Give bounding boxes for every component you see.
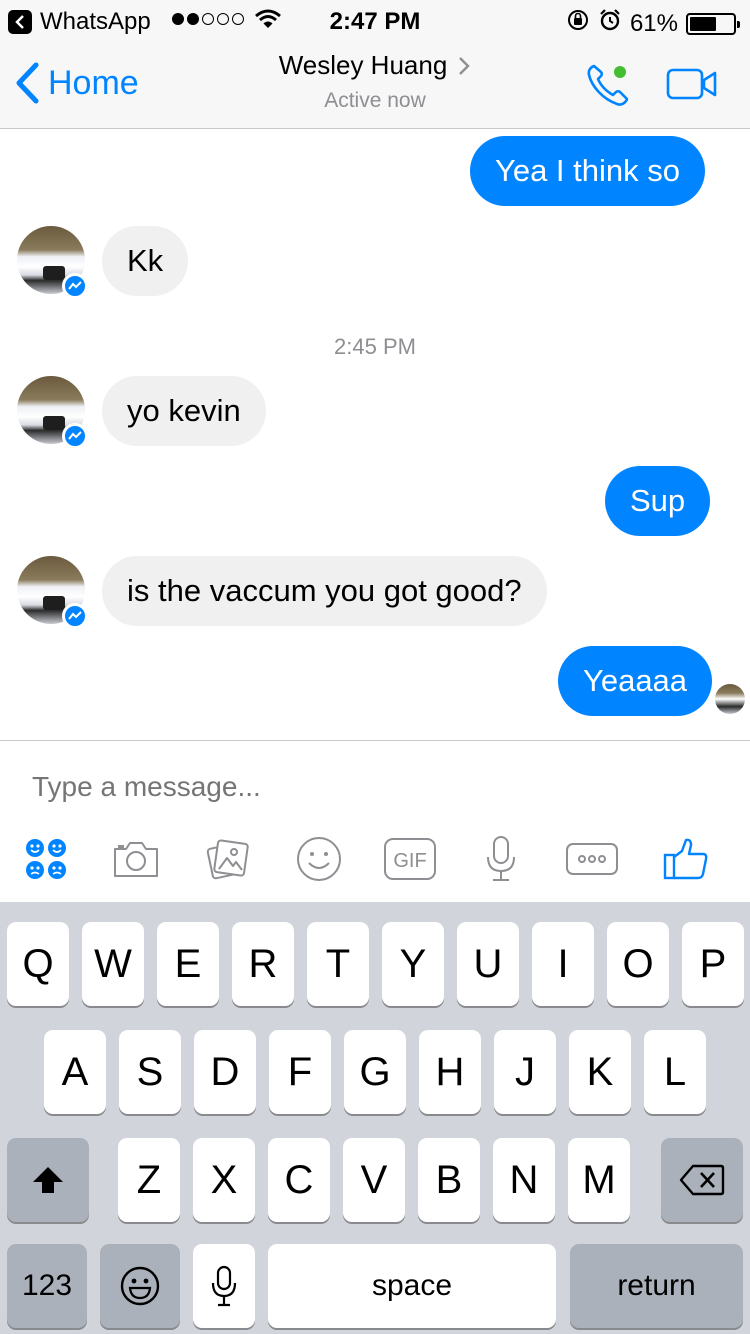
video-call-button[interactable] bbox=[666, 68, 718, 105]
key-w[interactable]: W bbox=[82, 922, 144, 1006]
key-d[interactable]: D bbox=[194, 1030, 256, 1114]
video-camera-icon bbox=[666, 68, 717, 100]
message-incoming[interactable]: yo kevin bbox=[102, 376, 266, 446]
phone-icon bbox=[587, 64, 629, 106]
numbers-key[interactable]: 123 bbox=[7, 1244, 87, 1328]
message-incoming[interactable]: Kk bbox=[102, 226, 189, 296]
key-b[interactable]: B bbox=[418, 1138, 480, 1222]
emoji-button[interactable] bbox=[291, 831, 347, 887]
key-n[interactable]: N bbox=[493, 1138, 555, 1222]
more-button[interactable] bbox=[564, 831, 620, 887]
contact-status: Active now bbox=[324, 89, 426, 112]
microphone-icon bbox=[487, 836, 515, 881]
contact-name: Wesley Huang bbox=[278, 50, 448, 80]
gif-button[interactable]: GIF bbox=[382, 831, 438, 887]
composer: GIF bbox=[0, 740, 750, 902]
message-incoming[interactable]: is the vaccum you got good? bbox=[102, 556, 547, 626]
more-icon bbox=[566, 843, 618, 875]
key-i[interactable]: I bbox=[532, 922, 594, 1006]
key-j[interactable]: J bbox=[494, 1030, 556, 1114]
camera-button[interactable] bbox=[108, 831, 164, 887]
status-bar: WhatsApp 2:47 PM 61% bbox=[0, 0, 750, 40]
gif-icon: GIF bbox=[384, 838, 436, 880]
message-outgoing[interactable]: Yeaaaa bbox=[558, 646, 713, 716]
key-g[interactable]: G bbox=[344, 1030, 406, 1114]
key-x[interactable]: X bbox=[193, 1138, 255, 1222]
stickers-icon bbox=[26, 839, 66, 879]
key-s[interactable]: S bbox=[119, 1030, 181, 1114]
messenger-badge-icon bbox=[62, 423, 88, 449]
key-a[interactable]: A bbox=[44, 1030, 106, 1114]
key-z[interactable]: Z bbox=[118, 1138, 180, 1222]
microphone-icon bbox=[211, 1265, 237, 1307]
battery-percent: 61% bbox=[629, 9, 678, 37]
gallery-icon bbox=[206, 839, 249, 880]
voice-call-button[interactable] bbox=[584, 60, 634, 115]
svg-text:GIF: GIF bbox=[393, 850, 426, 872]
key-o[interactable]: O bbox=[607, 922, 669, 1006]
dictation-key[interactable] bbox=[193, 1244, 255, 1328]
key-t[interactable]: T bbox=[307, 922, 369, 1006]
like-button[interactable] bbox=[658, 831, 714, 887]
key-m[interactable]: M bbox=[568, 1138, 630, 1222]
key-v[interactable]: V bbox=[343, 1138, 405, 1222]
backspace-icon bbox=[679, 1164, 725, 1196]
seen-avatar bbox=[715, 684, 745, 714]
emoji-icon bbox=[120, 1266, 160, 1306]
microphone-button[interactable] bbox=[473, 831, 529, 887]
rotation-lock-icon bbox=[566, 8, 590, 39]
key-y[interactable]: Y bbox=[382, 922, 444, 1006]
key-u[interactable]: U bbox=[457, 922, 519, 1006]
messenger-badge-icon bbox=[62, 273, 88, 299]
key-h[interactable]: H bbox=[419, 1030, 481, 1114]
space-key[interactable]: space bbox=[268, 1244, 556, 1328]
key-l[interactable]: L bbox=[644, 1030, 706, 1114]
stickers-button[interactable] bbox=[18, 831, 74, 887]
keyboard: 123 space return QWERTYUIOP ASDFGHJKL ZXCV… bbox=[0, 902, 750, 1334]
backspace-key[interactable] bbox=[661, 1138, 743, 1222]
message-outgoing[interactable]: Sup bbox=[605, 466, 711, 536]
timestamp: 2:45 PM bbox=[334, 334, 416, 359]
emoji-keyboard-key[interactable] bbox=[100, 1244, 180, 1328]
contact-title[interactable]: Wesley Huang Active now bbox=[0, 50, 750, 113]
emoji-icon bbox=[297, 837, 341, 881]
key-r[interactable]: R bbox=[232, 922, 294, 1006]
message-input[interactable] bbox=[32, 771, 632, 803]
camera-icon bbox=[114, 842, 158, 877]
shift-key[interactable] bbox=[7, 1138, 89, 1222]
message-list[interactable]: Yea I think so Kk 2:45 PM yo kevin Sup i… bbox=[0, 129, 750, 741]
gallery-button[interactable] bbox=[200, 831, 256, 887]
key-q[interactable]: Q bbox=[7, 922, 69, 1006]
return-key[interactable]: return bbox=[570, 1244, 743, 1328]
key-p[interactable]: P bbox=[682, 922, 744, 1006]
key-k[interactable]: K bbox=[569, 1030, 631, 1114]
conversation-header: Home Wesley Huang Active now bbox=[0, 40, 750, 129]
thumbs-up-icon bbox=[663, 838, 708, 880]
chevron-right-icon bbox=[459, 56, 470, 75]
message-outgoing[interactable]: Yea I think so bbox=[470, 136, 705, 206]
alarm-icon bbox=[598, 8, 622, 39]
battery-icon bbox=[686, 12, 740, 35]
key-e[interactable]: E bbox=[157, 922, 219, 1006]
messenger-badge-icon bbox=[62, 603, 88, 629]
key-f[interactable]: F bbox=[269, 1030, 331, 1114]
key-c[interactable]: C bbox=[268, 1138, 330, 1222]
shift-arrow-icon bbox=[33, 1167, 63, 1193]
